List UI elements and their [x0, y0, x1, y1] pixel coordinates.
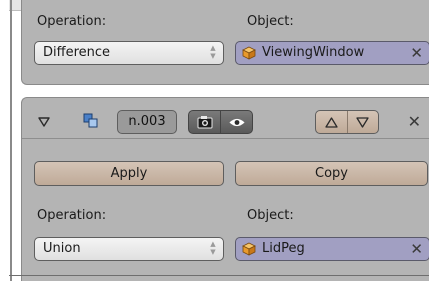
- left-margin: [0, 0, 9, 281]
- camera-icon: [197, 116, 213, 129]
- select-arrows-icon: ▲ ▼: [210, 240, 216, 256]
- render-toggle[interactable]: [188, 110, 221, 134]
- viewport-toggle[interactable]: [221, 110, 253, 134]
- modifier-panel-union: n.003 ✕ Apply Copy Operation: Object: Un…: [21, 97, 429, 281]
- modifier-panel-difference: Operation: Object: Difference ▲ ▼ Viewing…: [21, 0, 429, 85]
- operation-select-value: Union: [43, 241, 81, 256]
- operation-label: Operation:: [37, 14, 107, 29]
- cube-icon: [242, 242, 256, 256]
- clear-object-icon[interactable]: ✕: [410, 44, 423, 62]
- delete-modifier-icon[interactable]: ✕: [408, 113, 421, 131]
- object-field[interactable]: ViewingWindow ✕: [235, 41, 429, 65]
- bottom-border-line: [9, 275, 429, 276]
- object-label: Object:: [247, 208, 294, 223]
- header-separator: [22, 138, 429, 139]
- object-field-value: ViewingWindow: [262, 45, 365, 60]
- arrow-down-icon[interactable]: [356, 117, 369, 128]
- apply-button[interactable]: Apply: [34, 161, 224, 186]
- cube-icon: [242, 46, 256, 60]
- operation-select[interactable]: Union ▲ ▼: [34, 237, 224, 261]
- operation-select-value: Difference: [43, 45, 111, 60]
- operation-select[interactable]: Difference ▲ ▼: [34, 41, 224, 65]
- clear-object-icon[interactable]: ✕: [410, 240, 423, 258]
- modifier-name-field[interactable]: n.003: [117, 110, 177, 134]
- select-arrows-icon: ▲ ▼: [210, 44, 216, 60]
- object-field[interactable]: LidPeg ✕: [235, 237, 429, 261]
- object-label: Object:: [247, 14, 294, 29]
- eye-icon: [229, 118, 245, 127]
- arrow-up-icon[interactable]: [325, 117, 338, 128]
- object-field-value: LidPeg: [262, 241, 305, 256]
- operation-label: Operation:: [37, 208, 107, 223]
- boolean-modifier-icon: [83, 113, 98, 128]
- move-buttons: [315, 110, 379, 134]
- left-border-line: [10, 0, 12, 281]
- triangle-down-icon[interactable]: [38, 117, 50, 127]
- copy-button[interactable]: Copy: [235, 161, 428, 186]
